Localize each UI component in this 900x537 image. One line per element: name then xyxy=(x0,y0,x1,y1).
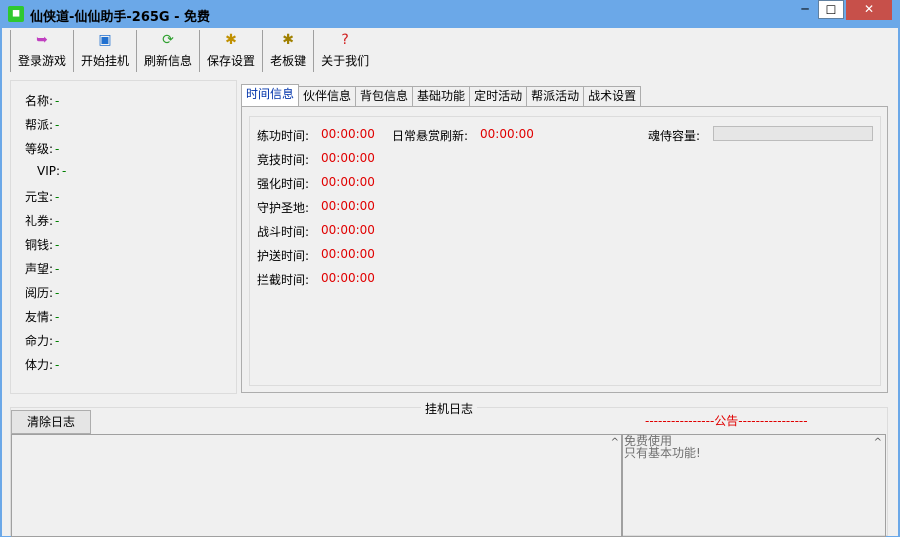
window-title: 仙侠道-仙仙助手-265G - 免费 xyxy=(30,10,211,25)
info-label: VIP: xyxy=(37,164,61,178)
refresh-icon: ⟳ xyxy=(162,32,174,48)
notice-line: 只有基本功能! xyxy=(624,446,701,460)
info-row: 名称: - xyxy=(25,92,59,109)
toolbar-button-label: 登录游戏 xyxy=(18,54,67,68)
info-row: 元宝: - xyxy=(25,188,59,205)
close-button[interactable]: ✕ xyxy=(846,0,892,20)
info-label: 名称: xyxy=(25,94,54,108)
toolbar-button[interactable]: ✱ 保存设置 xyxy=(199,30,262,72)
character-info-panel: 名称: - 帮派: - 等级: - VIP: - 元宝: - 礼券: - 铜钱: - 声望: - 阅历: - 友情:… xyxy=(10,80,237,394)
daily-refresh-label: 日常悬赏刷新: xyxy=(392,129,469,143)
info-value: - xyxy=(55,358,60,372)
info-label: 等级: xyxy=(25,142,54,156)
info-value: - xyxy=(55,238,60,252)
minimize-button[interactable]: ─ xyxy=(792,0,818,20)
notice-textarea[interactable]: 免费使用 只有基本功能! ^ xyxy=(621,434,886,537)
info-value: - xyxy=(55,190,60,204)
notice-header: ----------------公告---------------- xyxy=(645,414,808,428)
about-icon: ? xyxy=(341,32,349,48)
info-label: 命力: xyxy=(25,334,54,348)
soul-capacity-label: 魂侍容量: xyxy=(648,129,701,143)
timer-label: 拦截时间: xyxy=(257,273,310,287)
timer-value: 00:00:00 xyxy=(321,175,375,189)
info-row: 等级: - xyxy=(25,140,59,157)
toolbar-button-label: 开始挂机 xyxy=(81,54,130,68)
soul-capacity-bar xyxy=(713,126,873,141)
info-row: 命力: - xyxy=(25,332,59,349)
log-textarea[interactable]: ^ xyxy=(11,434,621,537)
info-label: 阅历: xyxy=(25,286,54,300)
info-value: - xyxy=(55,262,60,276)
toolbar-button[interactable]: ▣ 开始挂机 xyxy=(73,30,136,72)
save-settings-icon: ✱ xyxy=(225,32,237,48)
title-bar: ◼ 仙侠道-仙仙助手-265G - 免费 ─ ☐ ✕ xyxy=(0,0,900,28)
timer-label: 强化时间: xyxy=(257,177,310,191)
tab[interactable]: 时间信息 xyxy=(241,84,300,106)
timer-label: 竞技时间: xyxy=(257,153,310,167)
timer-label: 战斗时间: xyxy=(257,225,310,239)
info-value: - xyxy=(55,214,60,228)
timer-value: 00:00:00 xyxy=(321,199,375,213)
timer-value: 00:00:00 xyxy=(321,127,375,141)
timer-value: 00:00:00 xyxy=(321,247,375,261)
info-value: - xyxy=(55,142,60,156)
tab[interactable]: 定时活动 xyxy=(469,86,528,106)
tab-bar: 时间信息 伙伴信息 背包信息 基础功能 定时活动 帮派活动 战术设置 xyxy=(241,84,642,106)
scroll-up-icon[interactable]: ^ xyxy=(611,437,619,448)
info-row: 帮派: - xyxy=(25,116,59,133)
app-gamepad-icon: ◼ xyxy=(8,6,24,22)
info-label: 友情: xyxy=(25,310,54,324)
info-value: - xyxy=(55,118,60,132)
info-label: 元宝: xyxy=(25,190,54,204)
tab[interactable]: 基础功能 xyxy=(412,86,471,106)
login-icon: ➥ xyxy=(36,32,48,48)
log-title: 挂机日志 xyxy=(421,400,478,417)
toolbar-button[interactable]: ➥ 登录游戏 xyxy=(10,30,73,72)
toolbar-button-label: 关于我们 xyxy=(321,54,370,68)
info-value: - xyxy=(62,164,67,178)
info-value: - xyxy=(55,94,60,108)
info-row: 阅历: - xyxy=(25,284,59,301)
info-label: 帮派: xyxy=(25,118,54,132)
tab[interactable]: 帮派活动 xyxy=(526,86,585,106)
boss-key-icon: ✱ xyxy=(282,32,294,48)
info-label: 铜钱: xyxy=(25,238,54,252)
scroll-up-icon[interactable]: ^ xyxy=(874,437,882,449)
info-row: 声望: - xyxy=(25,260,59,277)
log-group: 挂机日志 清除日志 ----------------公告------------… xyxy=(10,400,888,537)
info-label: 礼券: xyxy=(25,214,54,228)
toolbar-button-label: 刷新信息 xyxy=(144,54,193,68)
time-info-group: 日常悬赏刷新: 00:00:00 魂侍容量: 练功时间: 00:00:00 竞技时间… xyxy=(249,116,881,386)
tab[interactable]: 伙伴信息 xyxy=(298,86,357,106)
daily-refresh-value: 00:00:00 xyxy=(480,127,534,141)
timer-value: 00:00:00 xyxy=(321,151,375,165)
toolbar-button-label: 老板键 xyxy=(270,54,307,68)
start-icon: ▣ xyxy=(98,32,112,48)
info-value: - xyxy=(55,310,60,324)
info-value: - xyxy=(55,286,60,300)
timer-label: 练功时间: xyxy=(257,129,310,143)
time-info-panel: 日常悬赏刷新: 00:00:00 魂侍容量: 练功时间: 00:00:00 竞技时间… xyxy=(241,106,888,393)
info-label: 声望: xyxy=(25,262,54,276)
info-label: 体力: xyxy=(25,358,54,372)
toolbar-button[interactable]: ⟳ 刷新信息 xyxy=(136,30,199,72)
timer-value: 00:00:00 xyxy=(321,223,375,237)
toolbar-button-label: 保存设置 xyxy=(207,54,256,68)
timer-label: 护送时间: xyxy=(257,249,310,263)
info-row: 友情: - xyxy=(25,308,59,325)
info-row: VIP: - xyxy=(37,164,66,178)
toolbar-button[interactable]: ✱ 老板键 xyxy=(262,30,313,72)
info-row: 礼券: - xyxy=(25,212,59,229)
tab[interactable]: 背包信息 xyxy=(355,86,414,106)
info-row: 铜钱: - xyxy=(25,236,59,253)
info-row: 体力: - xyxy=(25,356,59,373)
timer-value: 00:00:00 xyxy=(321,271,375,285)
tab[interactable]: 战术设置 xyxy=(583,86,642,106)
timer-label: 守护圣地: xyxy=(257,201,310,215)
toolbar-button[interactable]: ? 关于我们 xyxy=(313,30,376,72)
clear-log-button[interactable]: 清除日志 xyxy=(11,410,91,434)
maximize-button[interactable]: ☐ xyxy=(818,0,844,19)
info-value: - xyxy=(55,334,60,348)
toolbar: ➥ 登录游戏 ▣ 开始挂机 ⟳ 刷新信息 ✱ 保存设置 ✱ 老板键? 关于我们 xyxy=(10,30,376,72)
